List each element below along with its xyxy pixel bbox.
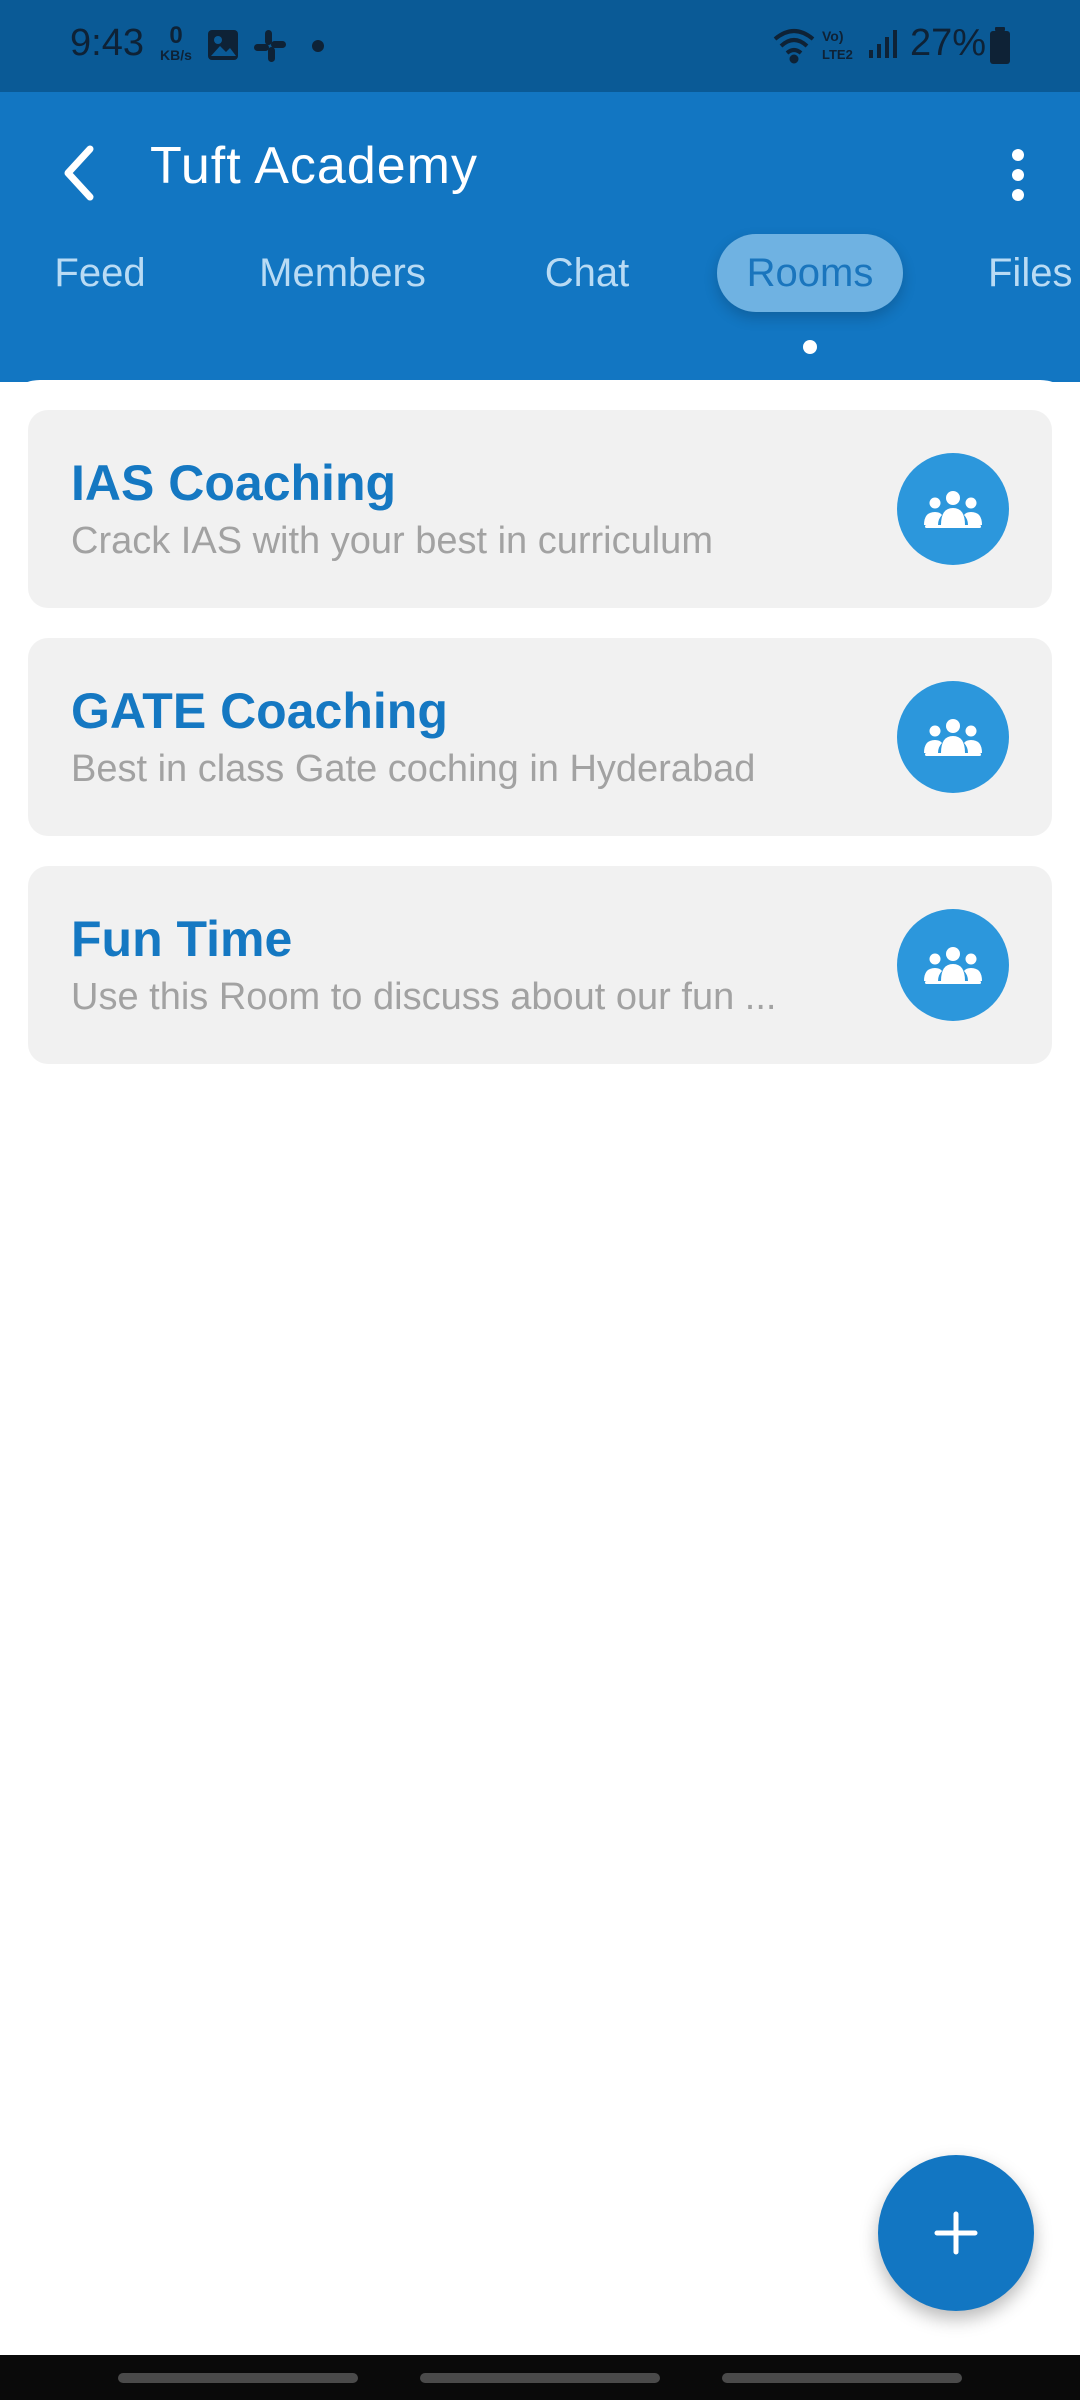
room-description: Use this Room to discuss about our fun .… (71, 976, 777, 1018)
status-bar: 9:43 0 KB/s Vo) LTE2 27% (0, 0, 1080, 92)
room-description: Best in class Gate coching in Hyderabad (71, 748, 756, 790)
status-time: 9:43 (70, 22, 144, 64)
group-icon (924, 719, 982, 756)
network-speed-value: 0 (169, 22, 183, 49)
room-card[interactable]: Fun Time Use this Room to discuss about … (28, 866, 1052, 1064)
room-avatar (897, 909, 1009, 1021)
tab-feed[interactable]: Feed (30, 234, 170, 312)
wifi-icon (772, 26, 816, 69)
volte-icon: Vo) LTE2 (820, 26, 862, 69)
back-button[interactable] (48, 130, 112, 216)
active-tab-indicator (803, 340, 817, 354)
nav-home-button[interactable] (420, 2373, 660, 2383)
room-title: GATE Coaching (71, 683, 448, 739)
room-card[interactable]: GATE Coaching Best in class Gate coching… (28, 638, 1052, 836)
rooms-list: IAS Coaching Crack IAS with your best in… (0, 380, 1080, 2355)
slack-icon (252, 28, 288, 69)
tab-files[interactable]: Files (975, 234, 1080, 312)
battery-percent: 27% (910, 22, 987, 64)
tab-members[interactable]: Members (240, 234, 445, 312)
group-icon (924, 947, 982, 984)
room-description: Crack IAS with your best in curriculum (71, 520, 713, 562)
room-avatar (897, 681, 1009, 793)
signal-icon (868, 28, 898, 65)
system-nav-bar (0, 2355, 1080, 2400)
more-vertical-icon (1012, 149, 1024, 201)
svg-text:Vo): Vo) (822, 28, 844, 44)
network-speed-unit: KB/s (160, 47, 192, 63)
room-title: Fun Time (71, 911, 293, 967)
room-avatar (897, 453, 1009, 565)
add-room-button[interactable] (878, 2155, 1034, 2311)
notification-dot (312, 40, 324, 52)
battery-icon (988, 26, 1012, 71)
chevron-left-icon (64, 145, 94, 201)
plus-icon (934, 2211, 978, 2255)
network-speed: 0 KB/s (154, 22, 198, 63)
tab-rooms[interactable]: Rooms (717, 234, 903, 312)
nav-back-button[interactable] (722, 2373, 962, 2383)
room-title: IAS Coaching (71, 455, 397, 511)
image-icon (206, 28, 240, 67)
group-icon (924, 491, 982, 528)
nav-recents-button[interactable] (118, 2373, 358, 2383)
app-bar: Tuft Academy Feed Members Chat Rooms Fil… (0, 92, 1080, 382)
page-title: Tuft Academy (150, 137, 478, 195)
tab-chat[interactable]: Chat (522, 234, 652, 312)
more-options-button[interactable] (990, 132, 1046, 218)
room-card[interactable]: IAS Coaching Crack IAS with your best in… (28, 410, 1052, 608)
svg-text:LTE2: LTE2 (822, 47, 853, 62)
